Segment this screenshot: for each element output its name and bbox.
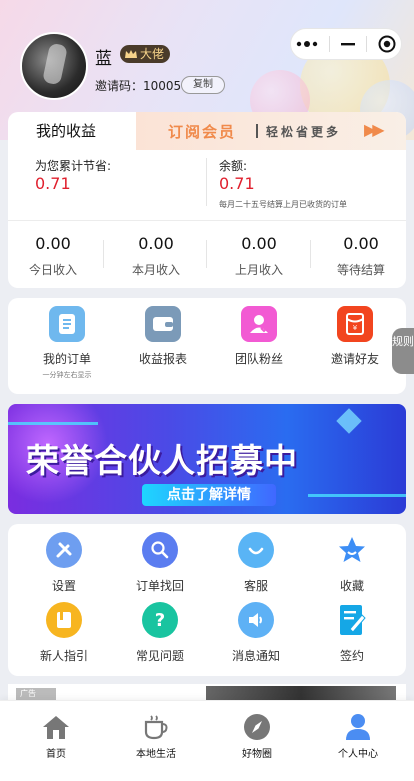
stat-label: 今日收入 xyxy=(28,263,77,277)
tools-icon xyxy=(46,532,82,568)
more-dots-icon[interactable] xyxy=(296,40,318,48)
avatar[interactable] xyxy=(20,32,88,100)
stat-today[interactable]: 0.00 今日收入 xyxy=(8,234,98,278)
stat-label: 等待结算 xyxy=(336,263,385,277)
bottom-tab-bar: 首页 本地生活 好物圈 个人中心 xyxy=(0,700,414,781)
stat-value: 0.00 xyxy=(241,234,277,253)
tab-local-life[interactable]: 本地生活 xyxy=(104,713,208,760)
tool-label: 设置 xyxy=(51,579,76,593)
quick-link-label: 收益报表 xyxy=(138,352,187,366)
tools-card: 设置 订单找回 客服 收藏 新人指引 ? 常见问题 消息通知 签约 xyxy=(8,524,406,676)
home-icon xyxy=(42,713,70,741)
tab-label: 首页 xyxy=(46,749,66,760)
quick-link-label: 团队粉丝 xyxy=(234,352,283,366)
user-name: 蓝 xyxy=(95,49,112,69)
tool-order-recovery[interactable]: 订单找回 xyxy=(112,532,208,594)
stat-month[interactable]: 0.00 本月收入 xyxy=(111,234,201,278)
coffee-cup-icon xyxy=(142,713,170,741)
stat-value: 0.00 xyxy=(343,234,379,253)
quick-links-card: 我的订单 一分钟左右显示 收益报表 团队粉丝 ¥ 邀请好友 xyxy=(8,298,406,394)
balance-label: 余额: xyxy=(219,159,248,173)
tab-home[interactable]: 首页 xyxy=(4,713,108,760)
mini-program-capsule xyxy=(290,28,402,60)
tab-profile[interactable]: 个人中心 xyxy=(306,713,410,760)
tab-label: 好物圈 xyxy=(242,749,272,760)
tool-label: 客服 xyxy=(243,579,268,593)
close-target-icon[interactable] xyxy=(378,35,396,53)
order-list-icon xyxy=(49,306,85,342)
banner-title: 荣誉合伙人招募中 xyxy=(26,441,298,480)
quick-link-team-fans[interactable]: 团队粉丝 xyxy=(211,306,307,367)
quick-link-invite-friends[interactable]: ¥ 邀请好友 xyxy=(307,306,403,367)
quick-link-label: 邀请好友 xyxy=(330,352,379,366)
tool-label: 签约 xyxy=(339,649,364,663)
level-badge-text: 大佬 xyxy=(140,47,165,61)
double-arrow-icon: ▶▶ xyxy=(364,120,385,139)
quick-link-my-orders[interactable]: 我的订单 一分钟左右显示 xyxy=(19,306,115,380)
vip-slogan: 轻松省更多 xyxy=(266,125,342,139)
tool-label: 收藏 xyxy=(339,579,364,593)
partner-recruit-banner[interactable]: 荣誉合伙人招募中 点击了解详情 xyxy=(8,404,406,514)
svg-text:?: ? xyxy=(155,610,165,631)
tab-label: 个人中心 xyxy=(338,749,378,760)
minimize-icon[interactable] xyxy=(340,42,355,46)
rules-tab[interactable]: 规则 xyxy=(392,328,414,374)
balance-note: 每月二十五号结算上月已收货的订单 xyxy=(219,200,347,209)
vip-text: 订阅会员 xyxy=(168,123,237,141)
tool-faq[interactable]: ? 常见问题 xyxy=(112,602,208,664)
tool-favorites[interactable]: 收藏 xyxy=(304,532,400,594)
red-envelope-icon: ¥ xyxy=(337,306,373,342)
saved-value: 0.71 xyxy=(35,174,71,193)
stat-value: 0.00 xyxy=(35,234,71,253)
tool-label: 新人指引 xyxy=(39,649,88,663)
tab-label: 本地生活 xyxy=(136,749,176,760)
quick-link-sub: 一分钟左右显示 xyxy=(42,371,92,379)
wallet-icon xyxy=(145,306,181,342)
compass-icon xyxy=(243,713,271,741)
invite-code-label: 邀请码： xyxy=(95,79,144,93)
stat-label: 本月收入 xyxy=(131,263,180,277)
invite-code-value: 10005 xyxy=(143,79,182,93)
stat-last-month[interactable]: 0.00 上月收入 xyxy=(214,234,304,278)
quick-link-label: 我的订单 xyxy=(42,352,91,366)
earnings-card: 我的收益 订阅会员 轻松省更多 ▶▶ 为您累计节省: 0.71 余额: 0.71… xyxy=(8,112,406,288)
guide-book-icon xyxy=(46,602,82,638)
quick-link-income-report[interactable]: 收益报表 xyxy=(115,306,211,367)
tool-label: 订单找回 xyxy=(135,579,184,593)
tool-sign-contract[interactable]: 签约 xyxy=(304,602,400,664)
gem-decoration xyxy=(336,408,362,434)
tool-settings[interactable]: 设置 xyxy=(16,532,112,594)
tool-label: 消息通知 xyxy=(231,649,280,663)
copy-button[interactable]: 复制 xyxy=(181,76,225,94)
speaker-icon xyxy=(238,602,274,638)
earnings-tab[interactable]: 我的收益 xyxy=(8,112,138,150)
svg-text:¥: ¥ xyxy=(353,324,358,332)
question-icon: ? xyxy=(142,602,178,638)
ad-tag: 广告 xyxy=(16,688,56,700)
sign-contract-icon xyxy=(334,602,370,638)
tool-notifications[interactable]: 消息通知 xyxy=(208,602,304,664)
stat-pending[interactable]: 0.00 等待结算 xyxy=(316,234,406,278)
stat-label: 上月收入 xyxy=(234,263,283,277)
search-icon xyxy=(142,532,178,568)
tool-label: 常见问题 xyxy=(135,649,184,663)
saved-label: 为您累计节省: xyxy=(35,159,112,173)
crown-icon xyxy=(125,50,137,58)
tool-newbie-guide[interactable]: 新人指引 xyxy=(16,602,112,664)
person-icon xyxy=(344,713,372,741)
customer-service-icon xyxy=(238,532,274,568)
stat-value: 0.00 xyxy=(138,234,174,253)
star-icon xyxy=(334,532,370,568)
tool-customer-service[interactable]: 客服 xyxy=(208,532,304,594)
team-fans-icon xyxy=(241,306,277,342)
banner-detail-button[interactable]: 点击了解详情 xyxy=(142,484,276,506)
level-badge: 大佬 xyxy=(120,45,171,63)
tab-goods-circle[interactable]: 好物圈 xyxy=(205,713,309,760)
vip-subscribe-banner[interactable]: 订阅会员 轻松省更多 ▶▶ xyxy=(136,112,406,150)
balance-value[interactable]: 0.71 xyxy=(219,174,255,193)
invite-code: 邀请码：10005 xyxy=(95,77,181,94)
